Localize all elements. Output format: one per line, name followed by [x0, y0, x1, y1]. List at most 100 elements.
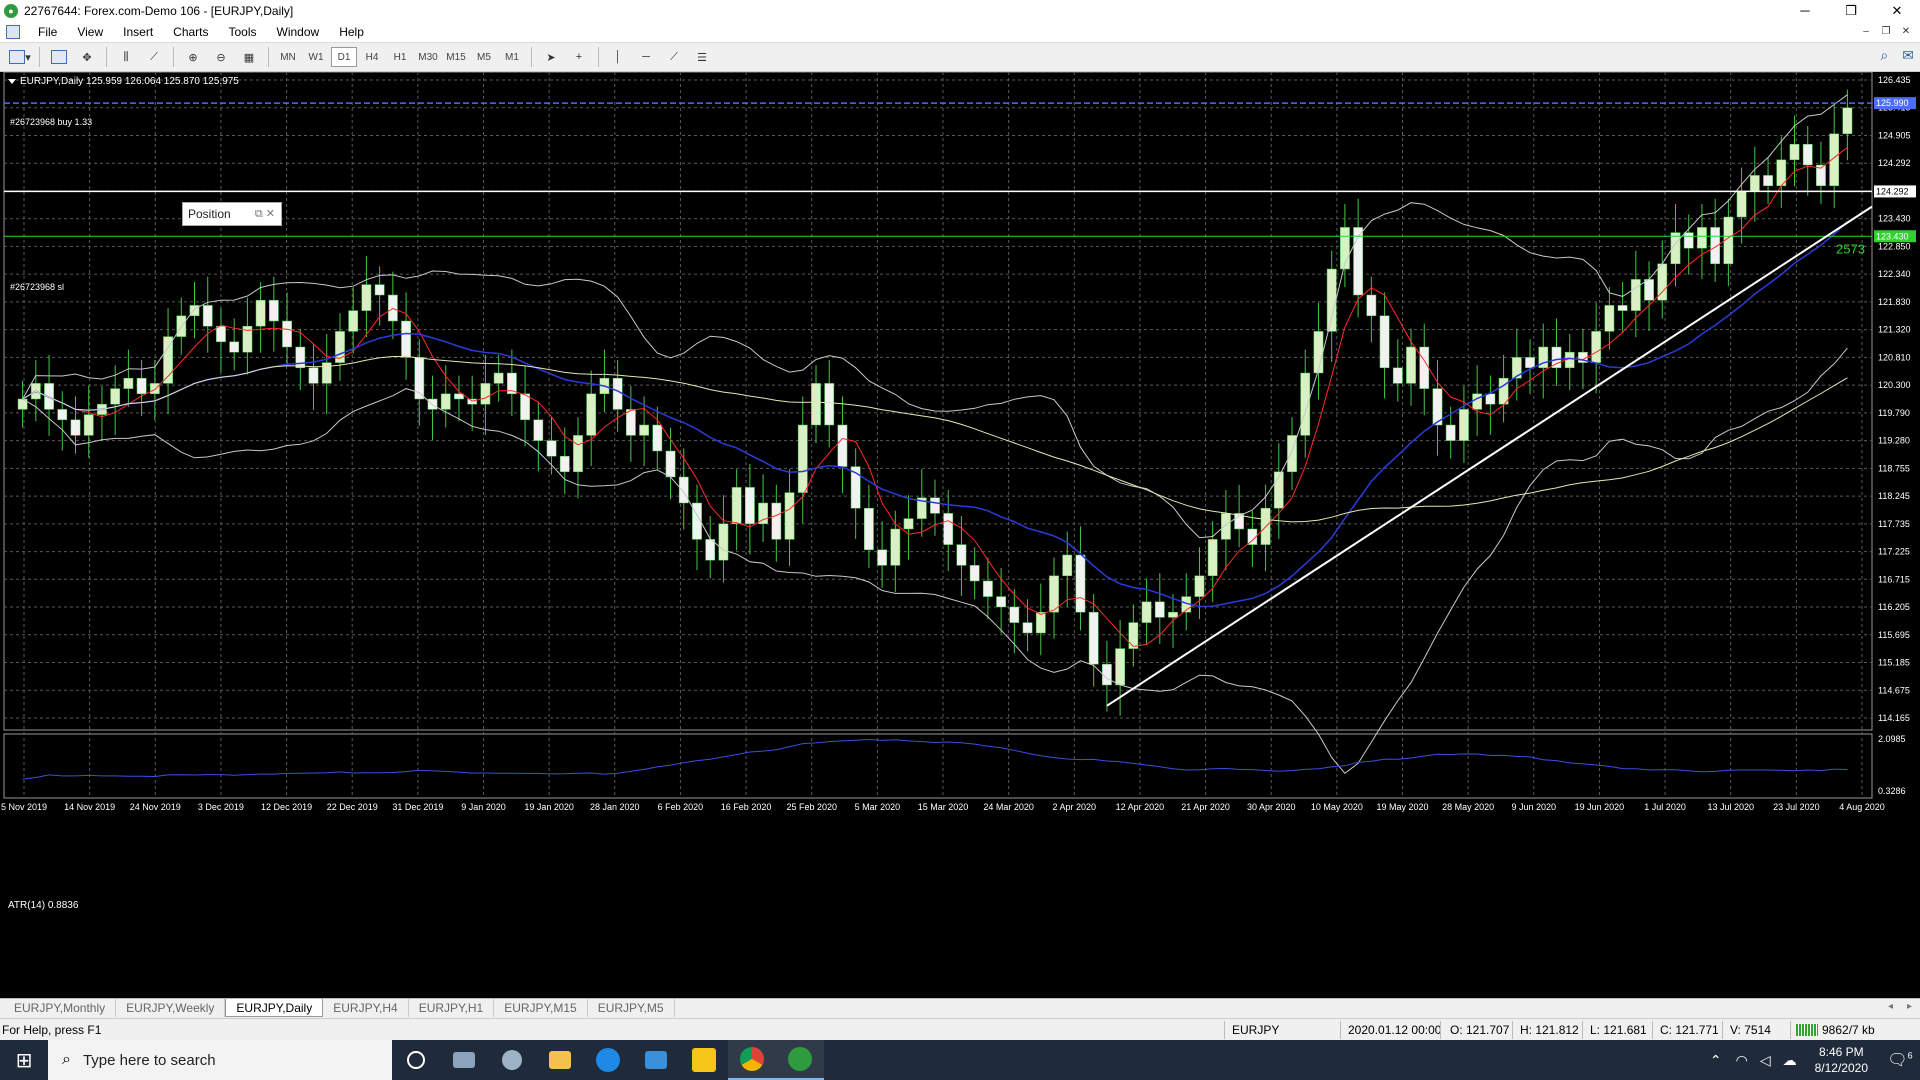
menu-window[interactable]: Window: [267, 22, 330, 42]
x-tick-label: 1 Jul 2020: [1644, 802, 1686, 812]
y-tick-label: 120.300: [1878, 380, 1911, 390]
collapse-arrow-icon[interactable]: [8, 78, 16, 84]
network-icon[interactable]: ◠: [1730, 1052, 1754, 1069]
task-view-icon[interactable]: [440, 1040, 488, 1080]
menu-insert[interactable]: Insert: [113, 22, 163, 42]
onedrive-icon[interactable]: ☁: [1777, 1052, 1803, 1069]
position-panel[interactable]: Position ⧉ ✕: [182, 202, 282, 226]
search-icon[interactable]: ⌕: [1880, 47, 1888, 64]
remote-desktop-icon[interactable]: [632, 1040, 680, 1080]
mdi-close-button[interactable]: ✕: [1896, 22, 1916, 42]
crosshair-tool-button[interactable]: ✥: [75, 46, 99, 68]
tray-chevron-icon[interactable]: ⌃: [1702, 1052, 1730, 1069]
tab-eurjpy-weekly[interactable]: EURJPY,Weekly: [116, 999, 226, 1017]
notification-count: 6: [1907, 1050, 1913, 1061]
timeframe-h1[interactable]: H1: [387, 47, 413, 67]
candle-body: [705, 539, 716, 561]
scroll-right-icon[interactable]: ▸: [1907, 1001, 1912, 1012]
status-separator: [1652, 1021, 1653, 1039]
candle-body: [1366, 294, 1377, 317]
candle-body: [612, 377, 623, 410]
trendline-button[interactable]: ⟋: [662, 46, 686, 68]
cortana-icon[interactable]: [392, 1040, 440, 1080]
tab-eurjpy-h4[interactable]: EURJPY,H4: [323, 999, 409, 1017]
x-tick-label: 3 Dec 2019: [198, 802, 244, 812]
candle-body: [1128, 622, 1139, 649]
candle-body: [1697, 227, 1707, 249]
volume-icon[interactable]: ◁: [1754, 1052, 1777, 1069]
taskbar-clock[interactable]: 8:46 PM 8/12/2020: [1803, 1044, 1880, 1076]
chrome-icon[interactable]: [728, 1040, 776, 1080]
candle-body: [1736, 190, 1747, 218]
tab-eurjpy-h1[interactable]: EURJPY,H1: [409, 999, 495, 1017]
zoom-in-button[interactable]: ⊕: [181, 46, 205, 68]
tab-eurjpy-m5[interactable]: EURJPY,M5: [588, 999, 675, 1017]
candle-body: [1313, 331, 1324, 374]
timeframe-m30[interactable]: M30: [415, 47, 441, 67]
bar-chart-button[interactable]: ⫼: [114, 46, 138, 68]
chart-canvas[interactable]: 126.435125.415124.905124.292123.885123.4…: [0, 72, 1920, 998]
menu-help[interactable]: Help: [329, 22, 374, 42]
panel-controls-icon[interactable]: ⧉ ✕: [255, 207, 275, 221]
timeframe-h4[interactable]: H4: [359, 47, 385, 67]
candle-body: [758, 502, 768, 525]
y-tick-label: 119.790: [1878, 408, 1910, 418]
timeframe-m15[interactable]: M15: [443, 47, 469, 67]
windows-start-icon[interactable]: ⊞: [0, 1040, 48, 1080]
y-tick-label: 124.292: [1878, 158, 1911, 168]
y-tick-label: 118.245: [1878, 491, 1910, 501]
zoom-out-button[interactable]: ⊖: [209, 46, 233, 68]
chart-header-text: EURJPY,Daily 125.959 126.064 125.870 125…: [20, 76, 239, 87]
timeframe-w1[interactable]: W1: [303, 47, 329, 67]
timeframe-d1[interactable]: D1: [331, 47, 357, 67]
tile-windows-button[interactable]: ▦: [237, 46, 261, 68]
taskbar-search[interactable]: ⌕ Type here to search: [48, 1040, 392, 1080]
close-button[interactable]: ✕: [1874, 0, 1920, 22]
candle-body: [930, 497, 940, 514]
scroll-left-icon[interactable]: ◂: [1888, 1001, 1893, 1012]
sticky-app-icon[interactable]: [680, 1040, 728, 1080]
crosshair-button[interactable]: +: [567, 46, 591, 68]
chart-window[interactable]: 126.435125.415124.905124.292123.885123.4…: [0, 72, 1920, 998]
status-separator: [1224, 1021, 1225, 1039]
fibonacci-button[interactable]: ☰: [690, 46, 714, 68]
tab-eurjpy-monthly[interactable]: EURJPY,Monthly: [4, 999, 117, 1017]
line-chart-button[interactable]: ⟋: [142, 46, 166, 68]
timeframe-m1[interactable]: M1: [499, 47, 525, 67]
candle-body: [1472, 393, 1483, 410]
x-tick-label: 10 May 2020: [1311, 802, 1363, 812]
notification-icon[interactable]: 🗨6: [1880, 1050, 1920, 1070]
chart-tabs: EURJPY,Monthly EURJPY,Weekly EURJPY,Dail…: [0, 998, 1920, 1018]
status-separator: [1512, 1021, 1513, 1039]
mdi-minimize-button[interactable]: –: [1856, 22, 1876, 42]
new-chart-icon: [9, 50, 26, 64]
candle-body: [784, 492, 795, 540]
vertical-line-button[interactable]: │: [606, 46, 630, 68]
tab-eurjpy-daily[interactable]: EURJPY,Daily: [225, 999, 324, 1017]
candle-body: [1379, 315, 1390, 369]
candle-body: [374, 284, 385, 296]
timeframe-m5[interactable]: M5: [471, 47, 497, 67]
menu-charts[interactable]: Charts: [163, 22, 218, 42]
menu-view[interactable]: View: [67, 22, 113, 42]
timeframe-mn[interactable]: MN: [275, 47, 301, 67]
maximize-button[interactable]: ❐: [1828, 0, 1874, 22]
help-text: For Help, press F1: [2, 1023, 102, 1037]
settings-app-icon[interactable]: [488, 1040, 536, 1080]
file-explorer-icon[interactable]: [536, 1040, 584, 1080]
auto-trading-button[interactable]: [47, 46, 71, 68]
mdi-restore-button[interactable]: ❐: [1876, 22, 1896, 42]
menu-tools[interactable]: Tools: [219, 22, 267, 42]
new-chart-button[interactable]: ▾: [8, 46, 32, 68]
minimize-button[interactable]: ─: [1782, 0, 1828, 22]
chat-icon[interactable]: ✉: [1902, 47, 1914, 64]
status-separator: [1722, 1021, 1723, 1039]
horizontal-line-button[interactable]: ─: [634, 46, 658, 68]
candle-body: [546, 440, 557, 457]
menu-file[interactable]: File: [28, 22, 67, 42]
cursor-tool-button[interactable]: ➤: [539, 46, 563, 68]
tab-eurjpy-m15[interactable]: EURJPY,M15: [494, 999, 588, 1017]
candle-body: [1194, 575, 1205, 597]
edge-browser-icon[interactable]: [584, 1040, 632, 1080]
metatrader-icon[interactable]: [776, 1040, 824, 1080]
